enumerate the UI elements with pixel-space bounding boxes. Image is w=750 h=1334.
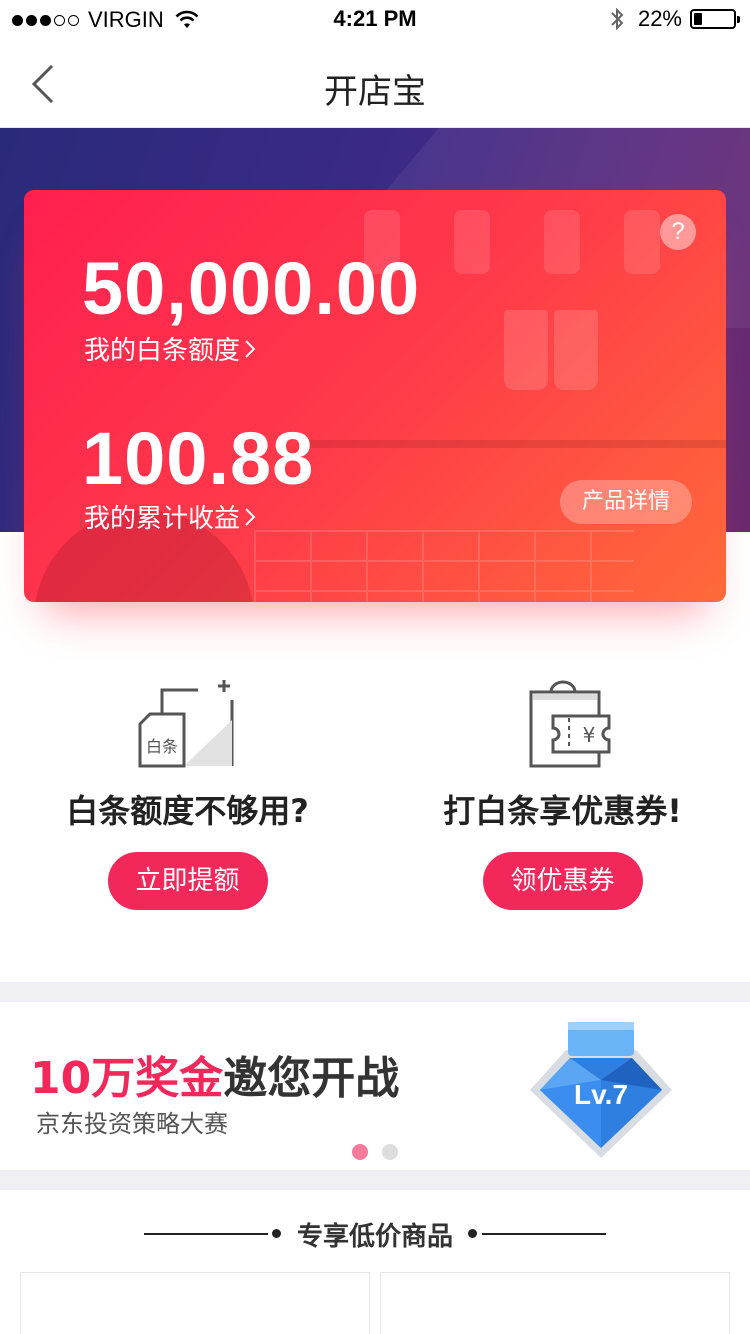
card-photo-cup (554, 310, 598, 390)
nav-bar: 开店宝 (0, 40, 750, 128)
battery-level (694, 13, 702, 25)
banner-subtitle: 京东投资策略大赛 (36, 1110, 228, 1138)
coupon-bag-icon: ¥ (529, 680, 610, 768)
feature-title: 打白条享优惠券! (443, 792, 682, 830)
card-photo-shelf (304, 440, 726, 448)
bluetooth-icon (611, 7, 624, 31)
earnings-label: 我的累计收益 (84, 504, 241, 534)
screen: VIRGIN 4:21 PM 22% 开店宝 ? 50,000.00 我的白条额… (0, 0, 750, 1334)
feature-title: 白条额度不够用? (66, 792, 309, 830)
banner-title-highlight: 10万奖金 (30, 1053, 224, 1104)
diamond-level-icon: Lv.7 (530, 1022, 672, 1158)
coupon-icon-text: ¥ (582, 723, 595, 747)
card-photo-bricks (254, 530, 634, 602)
pager-dot-2[interactable] (382, 1144, 398, 1160)
page-title: 开店宝 (324, 72, 426, 112)
header-line-right (482, 1233, 606, 1235)
credit-increase-icon: 白条 (138, 680, 233, 768)
promo-banner[interactable]: 10万奖金邀您开战 京东投资策略大赛 Lv.7 (0, 1002, 750, 1170)
earnings-link[interactable]: 我的累计收益 (84, 498, 256, 535)
level-badge-text: Lv.7 (574, 1079, 628, 1110)
card-photo-jar (544, 210, 580, 274)
credit-amount: 50,000.00 (82, 247, 421, 330)
section-separator (0, 982, 750, 1002)
product-detail-button[interactable]: 产品详情 (559, 480, 692, 524)
feature-raise-credit: 白条 白条额度不够用? 立即提额 (0, 680, 375, 910)
header-bullet-right (468, 1229, 477, 1238)
chevron-right-icon (245, 339, 256, 358)
get-coupon-button[interactable]: 领优惠券 (482, 852, 643, 910)
card-photo-cup (504, 310, 548, 390)
chevron-right-icon (245, 507, 256, 526)
battery-nub (737, 16, 740, 23)
help-button[interactable]: ? (660, 214, 696, 250)
banner-title-rest: 邀您开战 (223, 1053, 400, 1104)
banner-pager (352, 1144, 412, 1160)
section-header: 专享低价商品 (0, 1212, 750, 1256)
banner-title: 10万奖金邀您开战 (30, 1042, 399, 1106)
product-card[interactable] (20, 1272, 370, 1334)
card-photo-jar (624, 210, 660, 274)
earnings-amount: 100.88 (82, 417, 315, 500)
battery-icon (690, 9, 740, 29)
section-separator (0, 1170, 750, 1190)
feature-coupon: ¥ 打白条享优惠券! 领优惠券 (375, 680, 750, 910)
battery-percent: 22% (637, 6, 682, 31)
status-bar: VIRGIN 4:21 PM 22% (0, 0, 750, 40)
raise-credit-button[interactable]: 立即提额 (107, 852, 268, 910)
status-right: 22% (610, 6, 740, 32)
product-card[interactable] (380, 1272, 730, 1334)
credit-limit-label: 我的白条额度 (84, 336, 241, 366)
section-title: 专享低价商品 (296, 1222, 453, 1252)
card-photo-jar (454, 210, 490, 274)
credit-card: ? 50,000.00 我的白条额度 100.88 我的累计收益 产品详情 (24, 190, 726, 602)
credit-icon-text: 白条 (145, 737, 177, 756)
pager-dot-1[interactable] (352, 1144, 368, 1160)
credit-limit-link[interactable]: 我的白条额度 (84, 330, 256, 367)
